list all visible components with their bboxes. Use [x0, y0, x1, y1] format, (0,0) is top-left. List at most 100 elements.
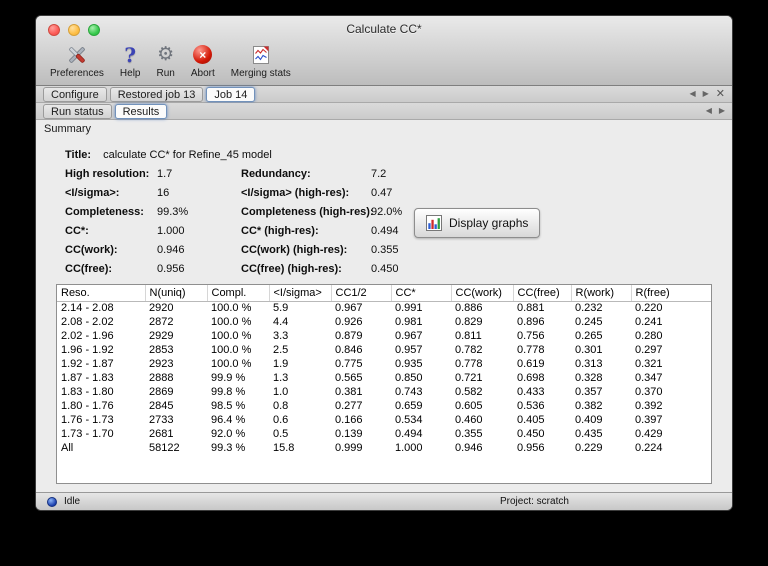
summary-label: Redundancy: [241, 168, 311, 180]
table-cell: 0.782 [455, 344, 483, 356]
table-cell: 0.370 [635, 386, 663, 398]
summary-label: CC(free) (high-res): [241, 263, 342, 275]
table-cell: 1.76 - 1.73 [61, 414, 114, 426]
results-table-body: 2.14 - 2.08 2920 100.0 % 5.9 0.967 0.991 0.886… [57, 301, 711, 455]
results-header-row: Reso. N(uniq) Compl. <I/sigma> CC1/2 CC* CC(wo… [57, 285, 711, 302]
table-cell: 0.881 [517, 302, 545, 315]
table-cell: 0.313 [575, 358, 603, 370]
results-table-panel[interactable]: Reso. N(uniq) Compl. <I/sigma> CC1/2 CC* CC(wo… [56, 284, 712, 484]
subtab-run-status[interactable]: Run status [43, 103, 112, 119]
subtabs-prev-icon[interactable]: ◀ [706, 107, 712, 115]
table-cell: 1.000 [395, 442, 423, 454]
table-cell: 0.743 [395, 386, 423, 398]
table-row[interactable]: 1.92 - 1.87 2923 100.0 % 1.9 0.775 0.935 0.778… [57, 357, 711, 371]
table-cell: 0.991 [395, 302, 423, 315]
table-cell: 0.232 [575, 302, 603, 315]
tab-configure[interactable]: Configure [43, 86, 107, 102]
table-cell: 0.698 [517, 372, 545, 384]
help-button[interactable]: ? Help [119, 41, 141, 80]
table-row[interactable]: All 58122 99.3 % 15.8 0.999 1.000 0.946 0.956 0.… [57, 441, 711, 455]
results-content: Title: calculate CC* for Refine_45 model … [36, 138, 732, 492]
summary-value: 0.494 [371, 225, 399, 237]
traffic-lights [48, 24, 100, 36]
table-cell: 2923 [149, 358, 174, 370]
window-header: Calculate CC* Preferences ? Help ⚙ Run × Abort… [36, 16, 732, 86]
table-cell: 3.3 [273, 330, 289, 342]
table-cell: 0.721 [455, 372, 483, 384]
summary-label: CC(work) (high-res): [241, 244, 348, 256]
statusbar: Idle Project: scratch [36, 492, 732, 510]
table-cell: 2888 [149, 372, 174, 384]
table-cell: 0.245 [575, 316, 603, 328]
table-cell: 0.321 [635, 358, 663, 370]
summary-value: 0.956 [157, 263, 185, 275]
table-cell: 100.0 % [211, 302, 252, 315]
table-cell: 0.6 [273, 414, 289, 426]
status-text: Idle [64, 496, 81, 507]
table-cell: 1.87 - 1.83 [61, 372, 114, 384]
table-cell: 1.96 - 1.92 [61, 344, 114, 356]
preferences-button[interactable]: Preferences [50, 41, 104, 79]
tab-job-14[interactable]: Job 14 [206, 86, 256, 102]
table-cell: 2872 [149, 316, 174, 328]
table-row[interactable]: 2.02 - 1.96 2929 100.0 % 3.3 0.879 0.967 0.811… [57, 329, 711, 343]
table-cell: 0.357 [575, 386, 603, 398]
table-cell: 96.4 % [211, 414, 246, 426]
help-label: Help [119, 68, 141, 79]
table-cell: 0.582 [455, 386, 483, 398]
table-cell: 0.392 [635, 400, 663, 412]
display-graphs-button[interactable]: Display graphs [414, 208, 541, 238]
abort-button[interactable]: × Abort [191, 41, 215, 79]
merging-stats-icon [250, 41, 272, 68]
table-row[interactable]: 1.83 - 1.80 2869 99.8 % 1.0 0.381 0.743 0.582 0… [57, 385, 711, 399]
tabs-prev-icon[interactable]: ◀ [689, 90, 695, 98]
summary-value: 7.2 [371, 168, 387, 180]
tab-close-icon[interactable]: ✕ [716, 88, 725, 100]
window-title: Calculate CC* [346, 22, 422, 36]
table-row[interactable]: 1.96 - 1.92 2853 100.0 % 2.5 0.846 0.957 0.782… [57, 343, 711, 357]
table-cell: 0.946 [455, 442, 483, 454]
subtabs-next-icon[interactable]: ▶ [719, 107, 725, 115]
table-cell: 58122 [149, 442, 180, 454]
bar-chart-icon [426, 215, 442, 231]
table-cell: 0.957 [395, 344, 423, 356]
minimize-window-button[interactable] [68, 24, 80, 36]
table-cell: 0.494 [395, 428, 423, 440]
main-tab-strip: Configure Restored job 13 Job 14 [43, 86, 258, 102]
table-cell: 2.5 [273, 344, 289, 356]
table-cell: 1.0 [273, 386, 289, 398]
summary-label: <I/sigma>: [65, 187, 120, 199]
table-cell: 2929 [149, 330, 174, 342]
table-cell: 0.409 [575, 414, 603, 426]
tab-restored-job-13[interactable]: Restored job 13 [109, 86, 204, 102]
table-cell: 0.280 [635, 330, 663, 342]
table-cell: 0.265 [575, 330, 603, 342]
table-cell: 0.460 [455, 414, 483, 426]
table-row[interactable]: 1.73 - 1.70 2681 92.0 % 0.5 0.139 0.494 0.355 0… [57, 427, 711, 441]
summary-label: Completeness: [65, 206, 144, 218]
run-icon: ⚙ [157, 44, 175, 65]
table-cell: 0.829 [455, 316, 483, 328]
summary-label: CC*: [65, 225, 89, 237]
zoom-window-button[interactable] [88, 24, 100, 36]
table-cell: 0.5 [273, 428, 289, 440]
column-header: N(uniq) [145, 285, 208, 302]
table-row[interactable]: 2.14 - 2.08 2920 100.0 % 5.9 0.967 0.991 0.886… [57, 301, 711, 315]
column-header: R(work) [571, 285, 632, 302]
run-button[interactable]: ⚙ Run [157, 41, 175, 79]
summary-value: 99.3% [157, 206, 189, 218]
table-row[interactable]: 1.80 - 1.76 2845 98.5 % 0.8 0.277 0.659 0.605 0… [57, 399, 711, 413]
table-row[interactable]: 1.87 - 1.83 2888 99.9 % 1.3 0.565 0.850 0.721 0… [57, 371, 711, 385]
table-row[interactable]: 2.08 - 2.02 2872 100.0 % 4.4 0.926 0.981 0.829… [57, 315, 711, 329]
close-window-button[interactable] [48, 24, 60, 36]
summary-value: 16 [157, 187, 170, 199]
table-row[interactable]: 1.76 - 1.73 2733 96.4 % 0.6 0.166 0.534 0.460 0… [57, 413, 711, 427]
table-cell: 0.775 [335, 358, 363, 370]
subtab-results[interactable]: Results [114, 103, 168, 119]
titlebar[interactable]: Calculate CC* [36, 16, 732, 40]
table-cell: 0.886 [455, 302, 483, 315]
table-cell: 0.429 [635, 428, 663, 440]
tabs-next-icon[interactable]: ▶ [703, 90, 709, 98]
merging-stats-button[interactable]: Merging stats [231, 41, 291, 79]
table-cell: 15.8 [273, 442, 295, 454]
